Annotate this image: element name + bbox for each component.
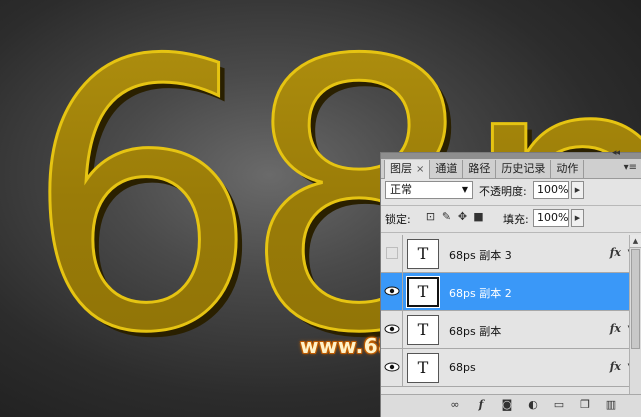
layer-row[interactable]: T 68ps 副本 3 fx ▼ xyxy=(381,235,629,273)
text-layer-thumbnail: T xyxy=(407,315,439,345)
opacity-slider-arrow-icon[interactable]: ▶ xyxy=(571,181,584,199)
scroll-thumb[interactable] xyxy=(631,249,640,349)
panel-tabs: 图层 × 通道 路径 历史记录 动作 ▾≡ xyxy=(381,159,641,179)
text-layer-thumbnail: T xyxy=(406,276,440,308)
blend-row: 正常 ▼ 不透明度: 100% ▶ xyxy=(385,181,637,201)
blend-mode-value: 正常 xyxy=(390,183,412,196)
tab-channels[interactable]: 通道 xyxy=(430,160,464,178)
trash-icon[interactable]: ▥ xyxy=(605,399,617,411)
layer-list: T 68ps 副本 3 fx ▼ T 68ps 副本 2 T 68ps 副本 f… xyxy=(381,235,629,395)
layer-name[interactable]: 68ps xyxy=(449,361,476,374)
text-layer-thumbnail: T xyxy=(407,353,439,383)
chevron-down-icon: ▼ xyxy=(461,185,468,194)
tab-history[interactable]: 历史记录 xyxy=(496,160,552,178)
opacity-field[interactable]: 100% xyxy=(533,181,569,199)
adjustment-icon[interactable]: ◐ xyxy=(527,399,539,411)
visibility-toggle[interactable] xyxy=(381,311,403,348)
layer-list-scrollbar[interactable]: ▲ xyxy=(629,235,641,395)
lock-row: 锁定: ⊡ ✎ ✥ ■ 填充: 100% ▶ xyxy=(385,209,637,229)
tab-layers[interactable]: 图层 × xyxy=(384,160,431,179)
tab-paths[interactable]: 路径 xyxy=(463,160,497,178)
layer-row[interactable]: T 68ps 副本 fx ▼ xyxy=(381,311,629,349)
eye-icon xyxy=(384,362,400,372)
visibility-toggle[interactable] xyxy=(381,349,403,386)
lock-paint-icon[interactable]: ✎ xyxy=(441,210,452,223)
lock-icons: ⊡ ✎ ✥ ■ xyxy=(425,210,484,223)
tab-actions[interactable]: 动作 xyxy=(551,160,585,178)
blend-mode-select[interactable]: 正常 ▼ xyxy=(385,181,473,199)
visibility-toggle[interactable] xyxy=(381,273,403,310)
folder-icon[interactable]: ▭ xyxy=(553,399,565,411)
fill-label: 填充: xyxy=(503,213,529,226)
lock-all-icon[interactable]: ■ xyxy=(473,210,484,223)
fx-icon[interactable]: f xyxy=(475,399,487,411)
close-icon[interactable]: × xyxy=(416,164,424,175)
layer-row[interactable]: T 68ps fx ▼ xyxy=(381,349,629,387)
fill-field[interactable]: 100% xyxy=(533,209,569,227)
fx-icon[interactable]: fx xyxy=(610,360,621,373)
layers-panel: ◂◂ 图层 × 通道 路径 历史记录 动作 ▾≡ 正常 ▼ 不透明度: 100% … xyxy=(380,148,641,417)
mask-icon[interactable]: ◙ xyxy=(501,399,513,411)
eye-icon xyxy=(384,286,400,296)
layer-name[interactable]: 68ps 副本 3 xyxy=(449,247,512,263)
scroll-up-icon[interactable]: ▲ xyxy=(630,235,641,248)
panel-menu-icon[interactable]: ▾≡ xyxy=(624,162,637,173)
eye-icon xyxy=(384,324,400,334)
lock-transparent-icon[interactable]: ⊡ xyxy=(425,210,436,223)
lock-move-icon[interactable]: ✥ xyxy=(457,210,468,223)
new-layer-icon[interactable]: ❐ xyxy=(579,399,591,411)
tab-layers-label: 图层 xyxy=(390,162,412,175)
text-layer-thumbnail: T xyxy=(407,239,439,269)
visibility-toggle[interactable] xyxy=(381,235,403,272)
link-icon[interactable]: ∞ xyxy=(449,399,461,411)
fill-slider-arrow-icon[interactable]: ▶ xyxy=(571,209,584,227)
fx-icon[interactable]: fx xyxy=(610,246,621,259)
fx-icon[interactable]: fx xyxy=(610,322,621,335)
collapse-icon[interactable]: ◂◂ xyxy=(612,148,620,158)
layer-name[interactable]: 68ps 副本 2 xyxy=(449,285,512,301)
opacity-label: 不透明度: xyxy=(479,185,527,198)
layer-row-selected[interactable]: T 68ps 副本 2 xyxy=(381,273,629,311)
layer-name[interactable]: 68ps 副本 xyxy=(449,323,501,339)
lock-label: 锁定: xyxy=(385,213,411,226)
visibility-empty-box xyxy=(386,247,398,259)
divider xyxy=(381,205,641,206)
panel-bottom-toolbar: ∞ f ◙ ◐ ▭ ❐ ▥ xyxy=(381,394,641,417)
divider xyxy=(381,232,641,233)
